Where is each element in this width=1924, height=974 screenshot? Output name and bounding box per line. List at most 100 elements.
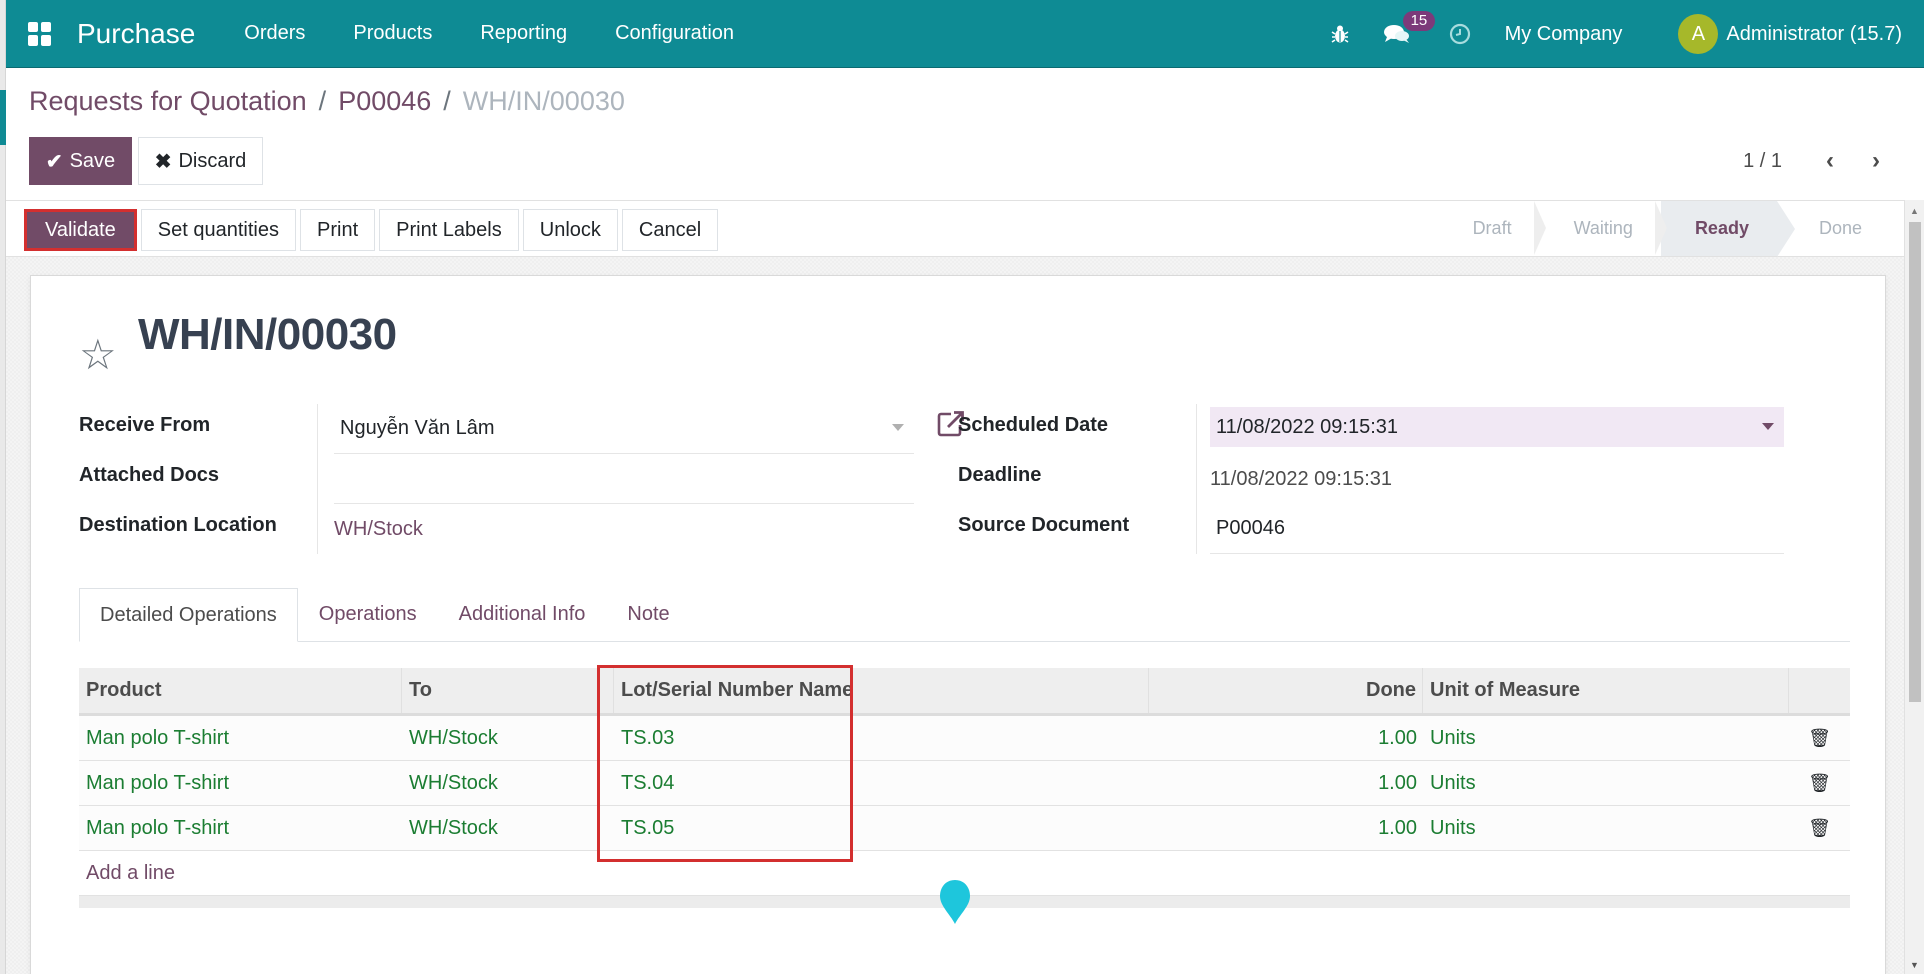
breadcrumb-rfq[interactable]: Requests for Quotation bbox=[29, 86, 307, 117]
field-label: Deadline bbox=[958, 464, 1042, 486]
cell-done[interactable]: 1.00 bbox=[1149, 716, 1423, 761]
column-header-product[interactable]: Product bbox=[79, 668, 402, 713]
receive-from-input[interactable]: Nguyễn Văn Lâm bbox=[334, 404, 914, 454]
scrollbar-thumb[interactable] bbox=[1909, 222, 1921, 702]
menu-orders[interactable]: Orders bbox=[244, 22, 305, 45]
destination-location-link[interactable]: WH/Stock bbox=[334, 504, 914, 554]
source-document-input[interactable]: P00046 bbox=[1210, 504, 1784, 554]
cell-uom[interactable]: Units bbox=[1423, 716, 1789, 761]
cell-done[interactable]: 1.00 bbox=[1149, 806, 1423, 851]
drag-marker-icon[interactable] bbox=[938, 878, 972, 926]
left-edge-accent bbox=[0, 90, 6, 145]
tab-detailed-operations[interactable]: Detailed Operations bbox=[79, 588, 298, 642]
chevron-left-icon[interactable]: ‹ bbox=[1820, 147, 1840, 175]
column-header-actions bbox=[1789, 668, 1850, 713]
apps-grid-icon[interactable] bbox=[28, 21, 52, 46]
field-label: Scheduled Date bbox=[958, 414, 1109, 436]
set-quantities-button[interactable]: Set quantities bbox=[140, 209, 296, 251]
cell-uom[interactable]: Units bbox=[1423, 806, 1789, 851]
unlock-button[interactable]: Unlock bbox=[522, 209, 618, 251]
menu-products[interactable]: Products bbox=[353, 22, 432, 45]
field-group-left: Receive From Nguyễn Văn Lâm Attached Doc… bbox=[79, 404, 979, 554]
save-button[interactable]: ✔ Save bbox=[29, 137, 132, 185]
tab-additional-info[interactable]: Additional Info bbox=[438, 587, 607, 641]
cell-to[interactable]: WH/Stock bbox=[402, 761, 614, 806]
bug-icon[interactable] bbox=[1331, 24, 1349, 44]
column-header-uom[interactable]: Unit of Measure bbox=[1423, 668, 1789, 713]
cell-product[interactable]: Man polo T-shirt bbox=[79, 716, 402, 761]
state-waiting: Waiting bbox=[1540, 201, 1668, 256]
attached-docs-input[interactable] bbox=[334, 454, 914, 504]
table-row[interactable]: Man polo T-shirt WH/Stock TS.03 1.00 Uni… bbox=[79, 716, 1850, 761]
validate-button[interactable]: Validate bbox=[24, 209, 137, 251]
scheduled-date-input[interactable]: 11/08/2022 09:15:31 bbox=[1210, 407, 1784, 447]
breadcrumb-separator: / bbox=[318, 86, 327, 116]
cell-product[interactable]: Man polo T-shirt bbox=[79, 761, 402, 806]
chat-badge-count: 15 bbox=[1402, 11, 1436, 31]
breadcrumb-current: WH/IN/00030 bbox=[462, 86, 625, 116]
clock-icon[interactable] bbox=[1449, 23, 1471, 45]
state-pipeline: Draft Waiting Ready Done bbox=[1439, 201, 1884, 257]
top-navbar: Purchase Orders Products Reporting Confi… bbox=[6, 0, 1924, 68]
detailed-operations-table: Product To Lot/Serial Number Name Done U… bbox=[79, 668, 1850, 908]
print-button[interactable]: Print bbox=[300, 209, 376, 251]
caret-down-icon[interactable] bbox=[892, 424, 904, 431]
pager-value[interactable]: 1 / 1 bbox=[1743, 150, 1782, 173]
cell-to[interactable]: WH/Stock bbox=[402, 806, 614, 851]
page-scrollbar[interactable]: ▲ ▼ bbox=[1904, 200, 1924, 974]
chevron-right-icon[interactable]: › bbox=[1866, 147, 1886, 175]
trash-icon[interactable]: 🗑 bbox=[1789, 761, 1850, 806]
column-header-done[interactable]: Done bbox=[1149, 668, 1423, 713]
column-header-to[interactable]: To bbox=[402, 668, 614, 713]
chat-icon[interactable]: 15 bbox=[1383, 11, 1436, 45]
deadline-value: 11/08/2022 09:15:31 bbox=[1210, 467, 1393, 490]
field-deadline: Deadline 11/08/2022 09:15:31 bbox=[958, 454, 1818, 504]
deadline-value-wrap: 11/08/2022 09:15:31 bbox=[1210, 454, 1784, 504]
cell-done[interactable]: 1.00 bbox=[1149, 761, 1423, 806]
menu-reporting[interactable]: Reporting bbox=[480, 22, 567, 45]
field-label: Receive From bbox=[79, 414, 211, 436]
table-row[interactable]: Man polo T-shirt WH/Stock TS.05 1.00 Uni… bbox=[79, 806, 1850, 851]
cell-uom[interactable]: Units bbox=[1423, 761, 1789, 806]
main-menu: Orders Products Reporting Configuration bbox=[220, 22, 758, 45]
field-destination-location: Destination Location WH/Stock bbox=[79, 504, 979, 554]
tab-operations[interactable]: Operations bbox=[298, 587, 438, 641]
print-labels-button[interactable]: Print Labels bbox=[379, 209, 519, 251]
company-switcher[interactable]: My Company bbox=[1505, 23, 1623, 46]
table-row[interactable]: Man polo T-shirt WH/Stock TS.04 1.00 Uni… bbox=[79, 761, 1850, 806]
tab-note[interactable]: Note bbox=[606, 587, 690, 641]
cell-product[interactable]: Man polo T-shirt bbox=[79, 806, 402, 851]
cell-lot[interactable]: TS.04 bbox=[614, 761, 1149, 806]
action-buttons: Validate Set quantities Print Print Labe… bbox=[24, 209, 722, 251]
field-label: Destination Location bbox=[79, 514, 277, 536]
field-label: Attached Docs bbox=[79, 464, 220, 486]
cell-lot[interactable]: TS.03 bbox=[614, 716, 1149, 761]
destination-location-value[interactable]: WH/Stock bbox=[334, 518, 423, 541]
trash-icon[interactable]: 🗑 bbox=[1789, 806, 1850, 851]
field-label: Source Document bbox=[958, 514, 1130, 536]
source-document-value: P00046 bbox=[1216, 517, 1285, 539]
field-source-document: Source Document P00046 bbox=[958, 504, 1818, 554]
caret-down-icon[interactable] bbox=[1762, 423, 1774, 430]
user-menu[interactable]: Administrator (15.7) bbox=[1726, 23, 1902, 46]
cancel-button[interactable]: Cancel bbox=[621, 209, 719, 251]
record-title: WH/IN/00030 bbox=[138, 310, 397, 359]
field-attached-docs: Attached Docs bbox=[79, 454, 979, 504]
discard-button[interactable]: ✖ Discard bbox=[138, 137, 263, 185]
star-icon[interactable]: ☆ bbox=[79, 334, 117, 376]
scroll-down-arrow-icon[interactable]: ▼ bbox=[1910, 960, 1919, 970]
column-header-lot[interactable]: Lot/Serial Number Name bbox=[614, 668, 1149, 713]
state-ready: Ready bbox=[1660, 201, 1796, 257]
user-avatar[interactable]: A bbox=[1678, 14, 1719, 54]
menu-configuration[interactable]: Configuration bbox=[615, 22, 734, 45]
close-icon: ✖ bbox=[154, 150, 172, 173]
scroll-up-arrow-icon[interactable]: ▲ bbox=[1910, 206, 1919, 216]
status-bar: Validate Set quantities Print Print Labe… bbox=[6, 200, 1904, 257]
breadcrumb-po[interactable]: P00046 bbox=[338, 86, 431, 117]
app-name[interactable]: Purchase bbox=[77, 18, 195, 50]
cell-lot[interactable]: TS.05 bbox=[614, 806, 1149, 851]
trash-icon[interactable]: 🗑 bbox=[1789, 716, 1850, 761]
cell-to[interactable]: WH/Stock bbox=[402, 716, 614, 761]
discard-label: Discard bbox=[178, 149, 247, 172]
receive-from-value: Nguyễn Văn Lâm bbox=[340, 417, 495, 439]
